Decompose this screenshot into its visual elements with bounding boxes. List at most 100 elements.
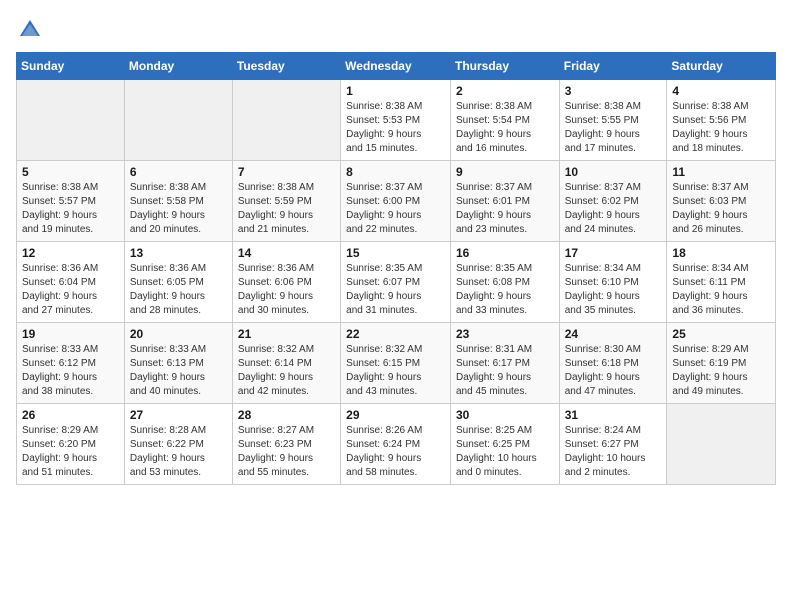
day-number: 13 — [130, 246, 227, 260]
day-number: 25 — [672, 327, 770, 341]
weekday-header-sunday: Sunday — [17, 53, 125, 80]
weekday-header-saturday: Saturday — [667, 53, 776, 80]
week-row-5: 26 Sunrise: 8:29 AM Sunset: 6:20 PM Dayli… — [17, 404, 776, 485]
logo-icon — [16, 16, 44, 44]
day-number: 23 — [456, 327, 554, 341]
day-number: 27 — [130, 408, 227, 422]
day-cell: 15 Sunrise: 8:35 AM Sunset: 6:07 PM Dayli… — [341, 242, 451, 323]
day-number: 12 — [22, 246, 119, 260]
day-number: 19 — [22, 327, 119, 341]
day-cell: 13Sunrise: 8:36 AM Sunset: 6:05 PM Dayli… — [124, 242, 232, 323]
weekday-header-row: SundayMondayTuesdayWednesdayThursdayFrid… — [17, 53, 776, 80]
day-content: Sunrise: 8:27 AM Sunset: 6:23 PM Dayligh… — [238, 424, 335, 480]
day-cell — [667, 404, 776, 485]
day-content: Sunrise: 8:37 AM Sunset: 6:03 PM Dayligh… — [672, 181, 770, 237]
day-cell: 27 Sunrise: 8:28 AM Sunset: 6:22 PM Dayli… — [124, 404, 232, 485]
day-cell: 16 Sunrise: 8:35 AM Sunset: 6:08 PM Dayli… — [450, 242, 559, 323]
day-number: 30 — [456, 408, 554, 422]
day-number: 22 — [346, 327, 445, 341]
weekday-header-wednesday: Wednesday — [341, 53, 451, 80]
day-content: Sunrise: 8:36 AM Sunset: 6:06 PM Dayligh… — [238, 262, 335, 318]
day-cell: 8 Sunrise: 8:37 AM Sunset: 6:00 PM Daylig… — [341, 161, 451, 242]
weekday-header-tuesday: Tuesday — [232, 53, 340, 80]
day-number: 3 — [565, 84, 662, 98]
day-number: 17 — [565, 246, 662, 260]
day-cell: 9Sunrise: 8:37 AM Sunset: 6:01 PM Daylig… — [450, 161, 559, 242]
day-cell: 4Sunrise: 8:38 AM Sunset: 5:56 PM Daylig… — [667, 80, 776, 161]
day-number: 5 — [22, 165, 119, 179]
day-content: Sunrise: 8:32 AM Sunset: 6:15 PM Dayligh… — [346, 343, 445, 399]
day-number: 7 — [238, 165, 335, 179]
day-number: 21 — [238, 327, 335, 341]
day-content: Sunrise: 8:32 AM Sunset: 6:14 PM Dayligh… — [238, 343, 335, 399]
day-content: Sunrise: 8:31 AM Sunset: 6:17 PM Dayligh… — [456, 343, 554, 399]
day-cell: 2Sunrise: 8:38 AM Sunset: 5:54 PM Daylig… — [450, 80, 559, 161]
week-row-4: 19 Sunrise: 8:33 AM Sunset: 6:12 PM Dayli… — [17, 323, 776, 404]
day-content: Sunrise: 8:29 AM Sunset: 6:20 PM Dayligh… — [22, 424, 119, 480]
week-row-3: 12 Sunrise: 8:36 AM Sunset: 6:04 PM Dayli… — [17, 242, 776, 323]
weekday-header-thursday: Thursday — [450, 53, 559, 80]
day-cell: 18Sunrise: 8:34 AM Sunset: 6:11 PM Dayli… — [667, 242, 776, 323]
calendar-table: SundayMondayTuesdayWednesdayThursdayFrid… — [16, 52, 776, 485]
day-cell: 6 Sunrise: 8:38 AM Sunset: 5:58 PM Daylig… — [124, 161, 232, 242]
day-content: Sunrise: 8:33 AM Sunset: 6:13 PM Dayligh… — [130, 343, 227, 399]
day-cell: 20 Sunrise: 8:33 AM Sunset: 6:13 PM Dayli… — [124, 323, 232, 404]
day-content: Sunrise: 8:38 AM Sunset: 5:57 PM Dayligh… — [22, 181, 119, 237]
day-number: 16 — [456, 246, 554, 260]
day-cell: 17Sunrise: 8:34 AM Sunset: 6:10 PM Dayli… — [559, 242, 667, 323]
day-cell — [17, 80, 125, 161]
day-cell: 11 Sunrise: 8:37 AM Sunset: 6:03 PM Dayli… — [667, 161, 776, 242]
day-content: Sunrise: 8:38 AM Sunset: 5:53 PM Dayligh… — [346, 100, 445, 156]
day-content: Sunrise: 8:26 AM Sunset: 6:24 PM Dayligh… — [346, 424, 445, 480]
day-content: Sunrise: 8:37 AM Sunset: 6:02 PM Dayligh… — [565, 181, 662, 237]
day-content: Sunrise: 8:25 AM Sunset: 6:25 PM Dayligh… — [456, 424, 554, 480]
day-cell: 7 Sunrise: 8:38 AM Sunset: 5:59 PM Daylig… — [232, 161, 340, 242]
day-cell: 5 Sunrise: 8:38 AM Sunset: 5:57 PM Daylig… — [17, 161, 125, 242]
day-cell: 31Sunrise: 8:24 AM Sunset: 6:27 PM Dayli… — [559, 404, 667, 485]
day-cell: 25Sunrise: 8:29 AM Sunset: 6:19 PM Dayli… — [667, 323, 776, 404]
day-cell: 10Sunrise: 8:37 AM Sunset: 6:02 PM Dayli… — [559, 161, 667, 242]
day-cell: 23 Sunrise: 8:31 AM Sunset: 6:17 PM Dayli… — [450, 323, 559, 404]
day-cell: 14Sunrise: 8:36 AM Sunset: 6:06 PM Dayli… — [232, 242, 340, 323]
day-number: 28 — [238, 408, 335, 422]
day-content: Sunrise: 8:24 AM Sunset: 6:27 PM Dayligh… — [565, 424, 662, 480]
day-cell — [232, 80, 340, 161]
day-content: Sunrise: 8:35 AM Sunset: 6:08 PM Dayligh… — [456, 262, 554, 318]
day-number: 15 — [346, 246, 445, 260]
day-number: 11 — [672, 165, 770, 179]
day-number: 18 — [672, 246, 770, 260]
day-number: 2 — [456, 84, 554, 98]
day-cell: 28 Sunrise: 8:27 AM Sunset: 6:23 PM Dayli… — [232, 404, 340, 485]
day-content: Sunrise: 8:38 AM Sunset: 5:55 PM Dayligh… — [565, 100, 662, 156]
day-content: Sunrise: 8:30 AM Sunset: 6:18 PM Dayligh… — [565, 343, 662, 399]
day-cell: 19 Sunrise: 8:33 AM Sunset: 6:12 PM Dayli… — [17, 323, 125, 404]
day-content: Sunrise: 8:28 AM Sunset: 6:22 PM Dayligh… — [130, 424, 227, 480]
logo — [16, 16, 48, 44]
day-number: 26 — [22, 408, 119, 422]
day-number: 8 — [346, 165, 445, 179]
day-cell: 26 Sunrise: 8:29 AM Sunset: 6:20 PM Dayli… — [17, 404, 125, 485]
day-number: 6 — [130, 165, 227, 179]
week-row-2: 5 Sunrise: 8:38 AM Sunset: 5:57 PM Daylig… — [17, 161, 776, 242]
day-content: Sunrise: 8:36 AM Sunset: 6:04 PM Dayligh… — [22, 262, 119, 318]
day-number: 29 — [346, 408, 445, 422]
weekday-header-monday: Monday — [124, 53, 232, 80]
day-cell: 22 Sunrise: 8:32 AM Sunset: 6:15 PM Dayli… — [341, 323, 451, 404]
page-header — [16, 16, 776, 44]
day-content: Sunrise: 8:38 AM Sunset: 5:58 PM Dayligh… — [130, 181, 227, 237]
weekday-header-friday: Friday — [559, 53, 667, 80]
day-cell: 24Sunrise: 8:30 AM Sunset: 6:18 PM Dayli… — [559, 323, 667, 404]
day-number: 9 — [456, 165, 554, 179]
day-content: Sunrise: 8:35 AM Sunset: 6:07 PM Dayligh… — [346, 262, 445, 318]
day-number: 1 — [346, 84, 445, 98]
day-cell: 30 Sunrise: 8:25 AM Sunset: 6:25 PM Dayli… — [450, 404, 559, 485]
day-cell — [124, 80, 232, 161]
day-content: Sunrise: 8:33 AM Sunset: 6:12 PM Dayligh… — [22, 343, 119, 399]
day-number: 20 — [130, 327, 227, 341]
day-cell: 12 Sunrise: 8:36 AM Sunset: 6:04 PM Dayli… — [17, 242, 125, 323]
day-content: Sunrise: 8:37 AM Sunset: 6:00 PM Dayligh… — [346, 181, 445, 237]
day-number: 4 — [672, 84, 770, 98]
day-cell: 21 Sunrise: 8:32 AM Sunset: 6:14 PM Dayli… — [232, 323, 340, 404]
day-cell: 29 Sunrise: 8:26 AM Sunset: 6:24 PM Dayli… — [341, 404, 451, 485]
day-content: Sunrise: 8:38 AM Sunset: 5:59 PM Dayligh… — [238, 181, 335, 237]
